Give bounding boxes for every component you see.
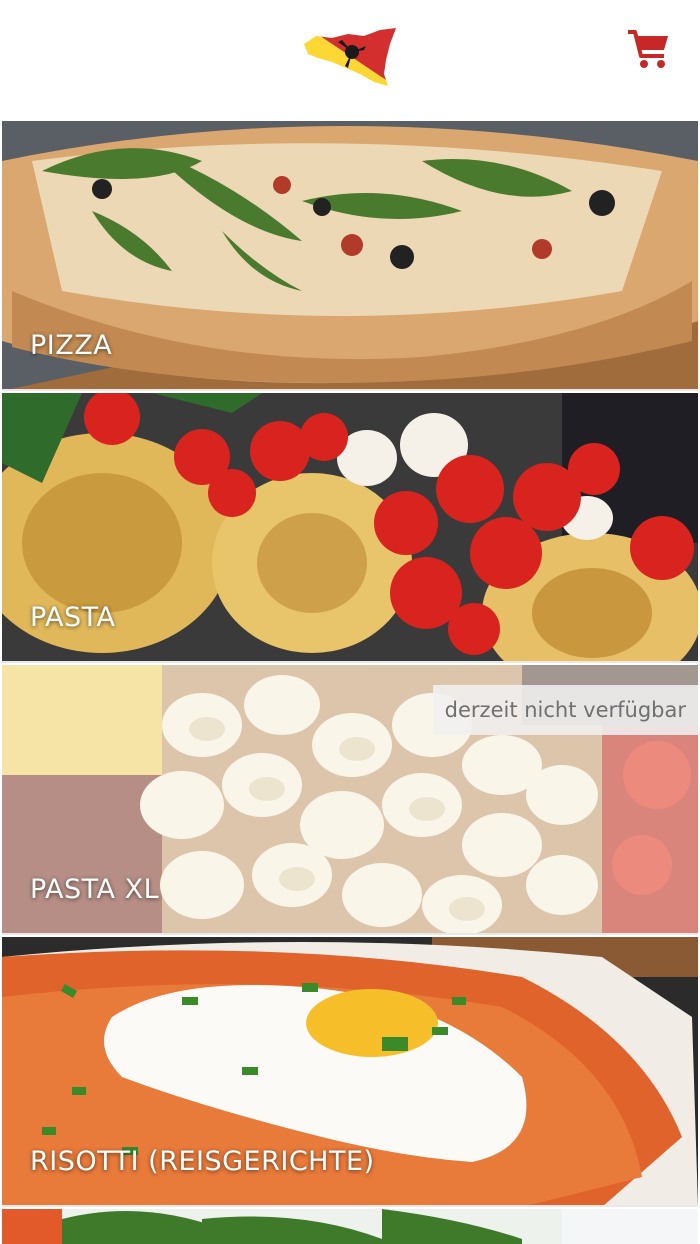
category-tile-next[interactable] [2, 1209, 698, 1244]
category-tile-pizza[interactable]: PIZZA [2, 121, 698, 391]
category-label: PIZZA [30, 330, 113, 361]
category-tile-risotti[interactable]: RISOTTI (REISGERICHTE) [2, 937, 698, 1207]
sicily-flag-logo [304, 28, 396, 86]
salad-image [2, 1209, 698, 1244]
unavailable-badge: derzeit nicht verfügbar [432, 685, 698, 735]
category-label: RISOTTI (REISGERICHTE) [30, 1146, 375, 1177]
category-label: PASTA XL [30, 874, 160, 905]
category-label: PASTA [30, 602, 116, 633]
category-tile-pasta[interactable]: PASTA [2, 393, 698, 663]
category-tile-pasta-xl[interactable]: derzeit nicht verfügbar PASTA XL [2, 665, 698, 935]
shopping-cart-icon[interactable] [626, 26, 672, 72]
app-header [0, 0, 700, 121]
